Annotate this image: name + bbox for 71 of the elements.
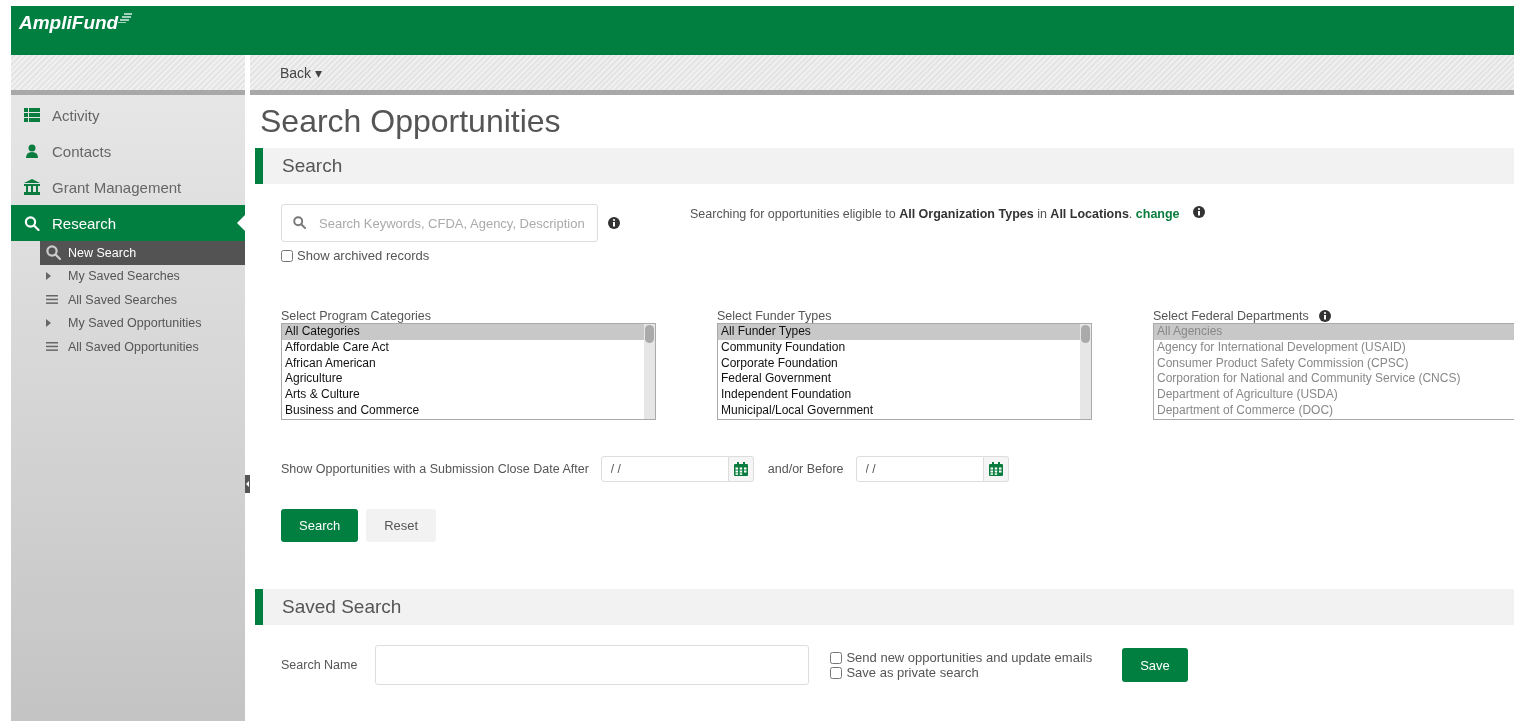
search-icon — [293, 216, 306, 229]
nav-subitem[interactable]: All Saved Searches — [40, 288, 245, 312]
nav-item[interactable]: Grant Management — [11, 169, 245, 205]
search-name-field[interactable] — [375, 645, 810, 685]
reset-button[interactable]: Reset — [366, 509, 437, 542]
calendar-icon — [733, 462, 748, 476]
caret-icon — [46, 319, 51, 328]
date-field[interactable]: / / — [855, 456, 984, 482]
section-header: Search — [255, 148, 1514, 184]
listbox-option[interactable]: All Funder Types — [718, 324, 1080, 340]
date-label: and/or Before — [767, 462, 844, 476]
checkbox[interactable] — [281, 249, 293, 262]
nav-subitem[interactable]: My Saved Opportunities — [40, 311, 245, 335]
listbox-label: Select Funder Types — [717, 309, 832, 323]
listbox-option[interactable]: Business and Commerce — [282, 403, 644, 419]
calendar-button[interactable] — [728, 456, 754, 482]
listbox-option[interactable]: All Categories — [282, 324, 644, 340]
menu-icon — [46, 342, 58, 352]
checkbox-label: Save as private search — [846, 665, 979, 680]
checkbox-label: Send new opportunities and update emails — [846, 650, 1093, 665]
date-field[interactable]: / / — [600, 456, 729, 482]
info-icon — [1193, 206, 1206, 218]
listbox-option[interactable]: Independent Foundation — [718, 387, 1080, 403]
scrollbar[interactable] — [644, 324, 655, 419]
caret-icon — [46, 272, 51, 281]
nav-subitem[interactable]: All Saved Opportunities — [40, 335, 245, 359]
nav-subitem[interactable]: New Search — [40, 241, 245, 265]
listbox-label: Select Program Categories — [281, 309, 432, 323]
scrollbar[interactable] — [1080, 324, 1091, 419]
page-title: Search Opportunities — [260, 103, 562, 140]
change-link[interactable]: change — [1135, 207, 1180, 221]
collapse-handle-icon — [245, 475, 250, 493]
list-icon — [24, 108, 40, 122]
listbox-option[interactable]: Federal Government — [718, 371, 1080, 388]
listbox-label: Select Federal Departments — [1153, 309, 1309, 323]
listbox-option[interactable]: Arts & Culture — [282, 387, 644, 403]
listbox-option[interactable]: Agriculture — [282, 371, 644, 388]
search-icon — [24, 215, 40, 231]
calendar-icon — [988, 462, 1003, 476]
nav-subitem[interactable]: My Saved Searches — [40, 264, 245, 288]
logo-mark-icon — [118, 13, 133, 23]
pointer-icon — [237, 215, 245, 231]
person-icon — [24, 144, 40, 158]
checkbox-label: Show archived records — [297, 248, 430, 263]
checkbox[interactable] — [830, 666, 843, 679]
listbox-option[interactable]: Municipal/Local Government — [718, 403, 1080, 419]
search-field[interactable]: Search Keywords, CFDA, Agency, Description — [281, 204, 598, 242]
back-button[interactable]: Back ▾ — [280, 65, 322, 81]
search-icon — [46, 245, 61, 261]
search-button[interactable]: Search — [281, 509, 359, 542]
date-label: Show Opportunities with a Submission Close Date After — [281, 462, 589, 476]
listbox-option[interactable]: Affordable Care Act — [282, 339, 644, 356]
info-icon — [1318, 310, 1331, 322]
eligibility-text: Searching for opportunities eligible to All Organization Types in All Locations. change — [690, 206, 1206, 263]
calendar-button[interactable] — [983, 456, 1009, 482]
field-label: Search Name — [281, 658, 358, 672]
logo[interactable]: AmpliFund — [19, 12, 119, 34]
nav-item[interactable]: Activity — [11, 97, 245, 133]
menu-icon — [46, 295, 58, 305]
checkbox[interactable] — [830, 651, 843, 664]
listbox-option[interactable]: African American — [282, 355, 644, 372]
bank-icon — [24, 179, 40, 195]
info-icon — [608, 217, 620, 229]
section-header: Saved Search — [255, 589, 1514, 625]
listbox-option[interactable]: Corporate Foundation — [718, 355, 1080, 372]
listbox[interactable]: All Funder Types Community Foundation Corporate Foundation Federal Government Independent Foundation Municipal/Local Government — [717, 323, 1092, 420]
listbox[interactable]: All Categories Affordable Care Act African American Agriculture Arts & Culture Business and Commerce — [281, 323, 656, 420]
nav-item[interactable]: Research — [11, 205, 245, 241]
save-button[interactable]: Save — [1122, 648, 1188, 682]
listbox-option[interactable]: Community Foundation — [718, 339, 1080, 356]
nav-item[interactable]: Contacts — [11, 133, 245, 169]
